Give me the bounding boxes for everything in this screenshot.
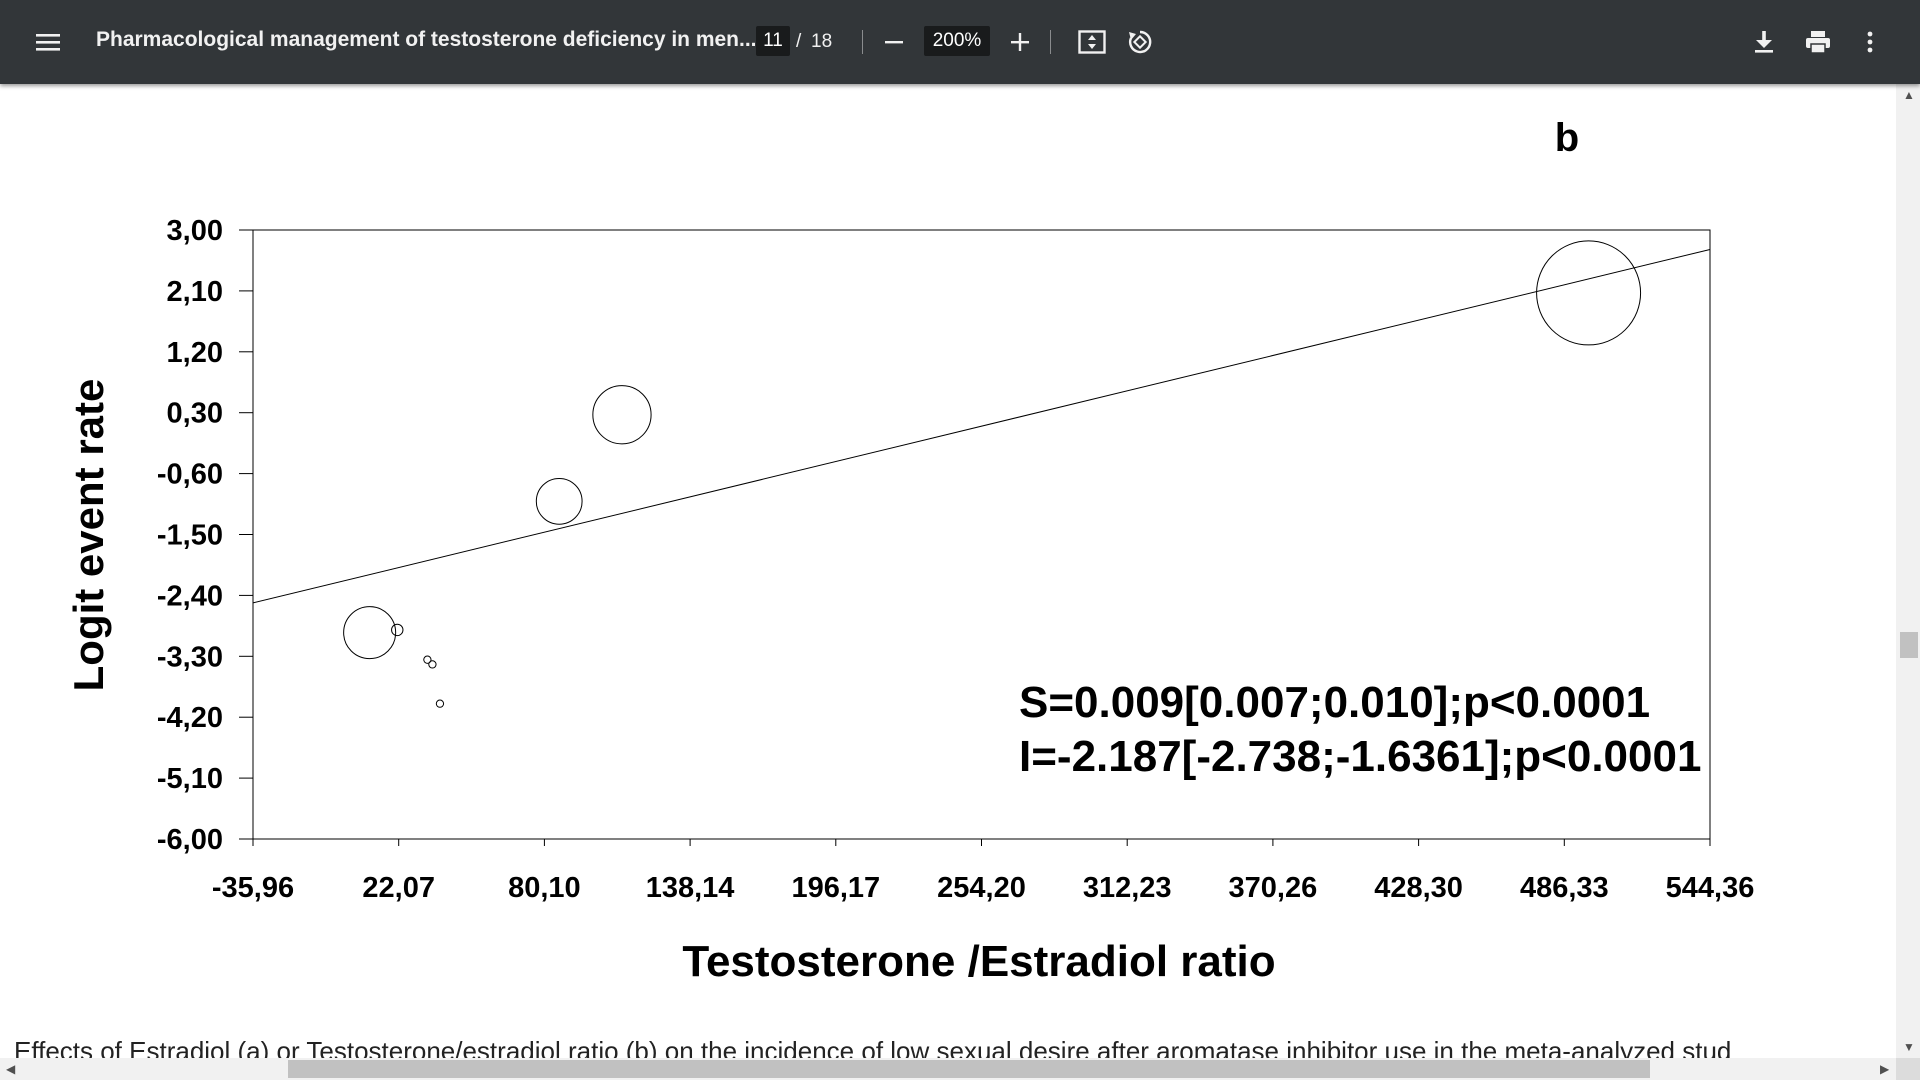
x-tick-label: 370,26 [1229,872,1318,904]
vertical-scroll-thumb[interactable] [1900,632,1918,658]
study-bubble [535,477,583,525]
page-separator: / [796,31,802,52]
scroll-down-icon[interactable]: ▼ [1903,1040,1915,1054]
study-bubble [343,606,397,660]
y-tick-label: -3,30 [157,641,223,673]
x-axis: -35,96 22,07 80,10 138,14 196,17 254,20 312,23… [212,839,1754,904]
regression-annotation-slope: S=0.009[0.007;0.010];p<0.0001 [1019,678,1650,727]
y-axis-label: Logit event rate [65,379,112,692]
toolbar-divider [862,30,863,54]
x-tick-label: -35,96 [212,872,294,904]
x-tick-label: 486,33 [1520,872,1609,904]
regression-line [252,248,1711,604]
scrollbar-corner [1896,1058,1920,1080]
scroll-left-icon[interactable]: ◀ [6,1062,15,1076]
menu-icon[interactable] [26,20,70,64]
x-tick-label: 428,30 [1374,872,1463,904]
fit-page-icon[interactable] [1070,20,1114,64]
regression-annotation-intercept: I=-2.187[-2.738;-1.6361];p<0.0001 [1019,732,1701,781]
vertical-scrollbar[interactable] [1896,84,1920,1064]
scroll-right-icon[interactable]: ▶ [1880,1062,1889,1076]
zoom-in-icon[interactable] [998,20,1042,64]
print-icon[interactable] [1796,20,1840,64]
zoom-input[interactable]: 200% [924,26,990,56]
x-tick-label: 254,20 [937,872,1026,904]
more-vert-icon[interactable] [1848,20,1892,64]
panel-label: b [1555,116,1579,160]
data-marks [252,240,1711,708]
y-tick-label: -6,00 [157,824,223,856]
y-tick-label: 2,10 [167,276,223,308]
study-bubble [391,623,404,637]
y-tick-label: -1,50 [157,520,223,552]
y-tick-label: 1,20 [167,337,223,369]
zoom-out-icon[interactable] [872,20,916,64]
x-tick-label: 138,14 [646,872,735,904]
study-bubble [592,385,652,445]
download-icon[interactable] [1742,20,1786,64]
document-title: Pharmacological management of testostero… [96,28,757,51]
y-tick-label: 3,00 [167,215,223,247]
page-total: 18 [811,31,833,52]
x-tick-label: 544,36 [1666,872,1755,904]
y-tick-label: -5,10 [157,763,223,795]
y-tick-label: 0,30 [167,398,223,430]
x-tick-label: 22,07 [362,872,435,904]
scroll-up-icon[interactable]: ▲ [1903,88,1915,102]
x-tick-label: 312,23 [1083,872,1172,904]
study-bubble [435,699,445,708]
x-tick-label: 80,10 [508,872,581,904]
study-bubble [428,660,437,669]
rotate-icon[interactable] [1118,20,1162,64]
document-viewer[interactable]: b 3,00 2,10 1,20 0,30 -0,60 -1,50 -2,40 -3,30 -4… [0,84,1896,1064]
toolbar-divider [1050,30,1051,54]
meta-regression-chart: b 3,00 2,10 1,20 0,30 -0,60 -1,50 -2,40 -3,30 -4… [65,116,1754,986]
y-tick-label: -4,20 [157,702,223,734]
x-tick-label: 196,17 [791,872,880,904]
page-number-input[interactable]: 11 [756,26,790,56]
y-axis: 3,00 2,10 1,20 0,30 -0,60 -1,50 -2,40 -3,30 -4,2… [157,215,253,856]
x-axis-label: Testosterone /Estradiol ratio [682,937,1275,986]
pdf-toolbar: Pharmacological management of testostero… [0,0,1920,84]
study-bubble [1536,240,1642,346]
horizontal-scroll-thumb[interactable] [288,1060,1650,1078]
y-tick-label: -0,60 [157,459,223,491]
y-tick-label: -2,40 [157,580,223,612]
